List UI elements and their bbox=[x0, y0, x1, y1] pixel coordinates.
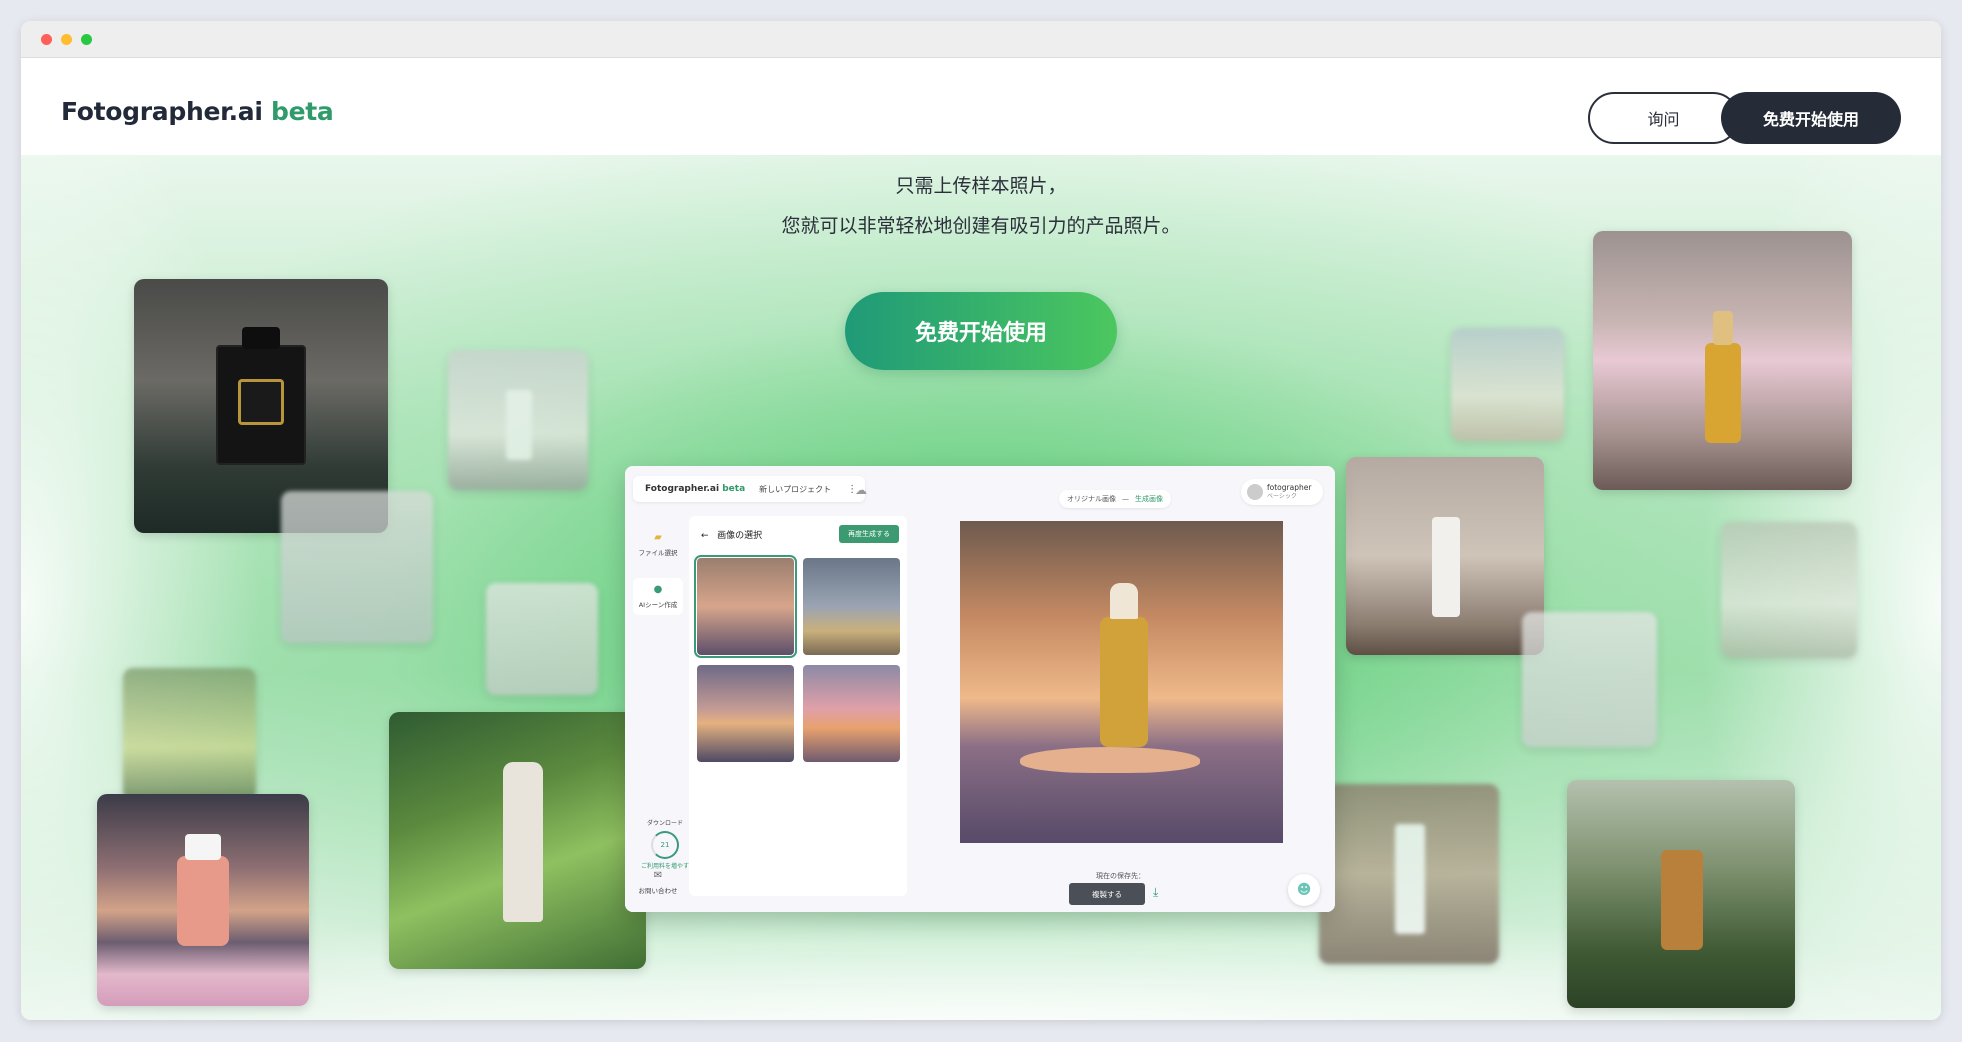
blurred-product-photo-4 bbox=[1721, 522, 1857, 658]
panel-title-text: 画像の選択 bbox=[717, 531, 763, 541]
app-preview-mockup: Fotographer.ai beta 新しいプロジェクト ⋮ ☁ オリジナル画… bbox=[625, 466, 1335, 912]
blurred-product-photo-5 bbox=[1522, 612, 1657, 747]
app-body: ▰ ファイル選択 ● AIシーン作成 ダウンロード 21 ご利用料を増やす ✉ … bbox=[625, 512, 1335, 912]
sidebar-contact-label: お問い合わせ bbox=[638, 887, 678, 895]
user-plan: ベーシック bbox=[1267, 493, 1297, 500]
back-arrow-icon[interactable]: ← bbox=[701, 531, 709, 541]
panel-title: ← 画像の選択 bbox=[701, 528, 762, 541]
inquiry-button[interactable]: 询问 bbox=[1588, 92, 1739, 144]
image-select-panel: ← 画像の選択 再度生成する bbox=[689, 516, 907, 896]
app-top-bar: Fotographer.ai beta 新しいプロジェクト ⋮ ☁ オリジナル画… bbox=[625, 466, 1335, 512]
download-counter: ダウンロード 21 ご利用料を増やす bbox=[641, 818, 689, 871]
hero-section: 只需上传样本照片， 您就可以非常轻松地创建有吸引力的产品照片。 免费开始使用 F… bbox=[21, 155, 1941, 1020]
site-header: Fotographer.ai beta 询问 免费开始使用 bbox=[21, 59, 1941, 155]
sidebar-item-contact[interactable]: ✉ お問い合わせ bbox=[633, 870, 683, 895]
app-logo: Fotographer.ai beta bbox=[645, 484, 745, 494]
download-ring: 21 bbox=[651, 831, 679, 859]
cherry-blossom-serum-photo bbox=[1593, 231, 1852, 490]
copy-button[interactable]: 複製する bbox=[1069, 883, 1145, 905]
generated-thumbnail[interactable] bbox=[803, 558, 900, 655]
cloud-icon[interactable]: ☁ bbox=[855, 483, 867, 497]
toggle-divider: — bbox=[1122, 495, 1129, 503]
app-logo-text: Fotographer.ai bbox=[645, 484, 720, 494]
app-user-menu[interactable]: fotographer ベーシック bbox=[1241, 479, 1323, 505]
tube-moss-photo bbox=[389, 712, 646, 969]
app-project-name[interactable]: 新しいプロジェクト bbox=[759, 484, 831, 495]
white-bottle-flowers-photo bbox=[1346, 457, 1544, 655]
download-label: ダウンロード bbox=[646, 820, 683, 827]
free-start-header-button[interactable]: 免费开始使用 bbox=[1721, 92, 1901, 144]
minimize-window-button[interactable] bbox=[61, 34, 72, 45]
download-icon[interactable]: ⤓ bbox=[1153, 885, 1158, 900]
toggle-original[interactable]: オリジナル画像 bbox=[1067, 494, 1116, 504]
blurred-beach-photo bbox=[1451, 328, 1564, 441]
sidebar-item-scene[interactable]: ● AIシーン作成 bbox=[633, 578, 683, 615]
site-logo[interactable]: Fotographer.ai beta bbox=[61, 97, 334, 126]
regenerate-button[interactable]: 再度生成する bbox=[839, 525, 899, 543]
spray-bottle-photo bbox=[448, 350, 588, 490]
blurred-product-photo-1 bbox=[281, 491, 433, 643]
blurred-product-photo-3 bbox=[123, 668, 256, 801]
hero-tagline-line1: 只需上传样本照片， bbox=[895, 175, 1067, 197]
download-count: 21 bbox=[660, 841, 670, 849]
contact-icon: ✉ bbox=[653, 870, 663, 881]
generated-thumbnail[interactable] bbox=[697, 665, 794, 762]
title-bar bbox=[21, 21, 1941, 58]
blurred-product-photo-2 bbox=[486, 583, 598, 695]
browser-window: Fotographer.ai beta 询问 免费开始使用 只需上传样本照片， … bbox=[21, 21, 1941, 1020]
logo-text: Fotographer.ai bbox=[61, 97, 263, 126]
essential-oil-sunset-photo bbox=[97, 794, 309, 1006]
chatbot-icon[interactable]: ☻ bbox=[1288, 874, 1320, 906]
image-view-toggle[interactable]: オリジナル画像 — 生成画像 bbox=[1059, 490, 1171, 508]
app-logo-beta: beta bbox=[722, 484, 746, 494]
generated-image-preview bbox=[960, 521, 1283, 843]
avatar bbox=[1247, 484, 1263, 500]
scene-icon: ● bbox=[653, 584, 663, 595]
maximize-window-button[interactable] bbox=[81, 34, 92, 45]
sidebar-scene-label: AIシーン作成 bbox=[638, 601, 678, 609]
forest-serum-photo bbox=[1567, 780, 1795, 1008]
free-start-cta-button[interactable]: 免费开始使用 bbox=[845, 292, 1117, 370]
generated-thumbnail[interactable] bbox=[694, 555, 797, 658]
hero-tagline-line2: 您就可以非常轻松地创建有吸引力的产品照片。 bbox=[781, 215, 1181, 237]
toggle-generated[interactable]: 生成画像 bbox=[1135, 494, 1163, 504]
app-project-bar: Fotographer.ai beta 新しいプロジェクト ⋮ bbox=[633, 476, 865, 502]
app-sidebar: ▰ ファイル選択 ● AIシーン作成 ダウンロード 21 ご利用料を増やす ✉ … bbox=[633, 518, 689, 904]
save-location-label: 現在の保存先： bbox=[1096, 872, 1145, 880]
bokeh-white-bottle-photo bbox=[1319, 784, 1499, 964]
user-name: fotographer bbox=[1267, 483, 1312, 492]
sidebar-file-label: ファイル選択 bbox=[638, 549, 678, 557]
generated-thumbnail[interactable] bbox=[803, 665, 900, 762]
sidebar-item-file[interactable]: ▰ ファイル選択 bbox=[633, 532, 683, 557]
user-info: fotographer ベーシック bbox=[1267, 483, 1311, 501]
logo-beta: beta bbox=[271, 97, 334, 126]
folder-icon: ▰ bbox=[654, 532, 662, 543]
close-window-button[interactable] bbox=[41, 34, 52, 45]
